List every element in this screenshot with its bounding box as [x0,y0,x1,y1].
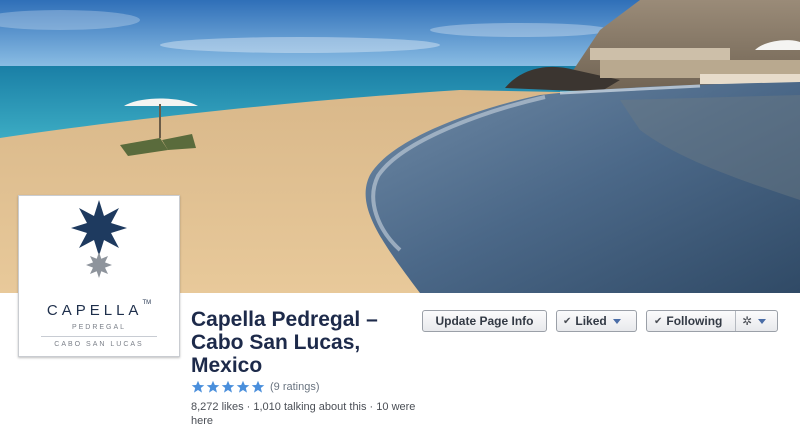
following-label: Following [666,314,723,328]
rating-stars [191,380,265,394]
profile-picture[interactable]: CAPELLATM PEDREGAL CABO SAN LUCAS [18,195,180,357]
logo-divider [41,336,157,337]
star-icon [191,380,205,393]
star-icon [251,380,265,393]
star-icon [221,380,235,393]
rating-row[interactable]: (9 ratings) [191,380,320,394]
brand-name: CAPELLATM [46,300,152,319]
secondary-star-icon [86,252,112,278]
ratings-count-link[interactable]: (9 ratings) [270,381,320,393]
settings-dropdown[interactable]: ✲ [736,311,777,331]
liked-label: Liked [575,314,607,328]
star-icon [206,380,220,393]
caret-down-icon [758,318,767,324]
capella-logo-stars [71,200,127,278]
liked-button[interactable]: ✔ Liked [556,310,637,332]
update-page-info-label: Update Page Info [435,314,534,328]
check-icon: ✔ [654,315,663,327]
page-title[interactable]: Capella Pedregal – Cabo San Lucas, Mexic… [191,308,421,377]
star-icon [236,380,250,393]
following-toggle[interactable]: ✔ Following [647,311,735,331]
following-button[interactable]: ✔ Following ✲ [646,310,778,332]
gear-icon: ✲ [742,314,753,328]
brand-subtitle: PEDREGAL [71,324,127,331]
brand-location: CABO SAN LUCAS [54,341,144,348]
caret-down-icon [612,318,621,324]
page-stats: 8,272 likes · 1,010 talking about this ·… [191,401,416,427]
primary-star-icon [71,200,127,256]
update-page-info-button[interactable]: Update Page Info [422,310,547,332]
check-icon: ✔ [563,315,572,327]
